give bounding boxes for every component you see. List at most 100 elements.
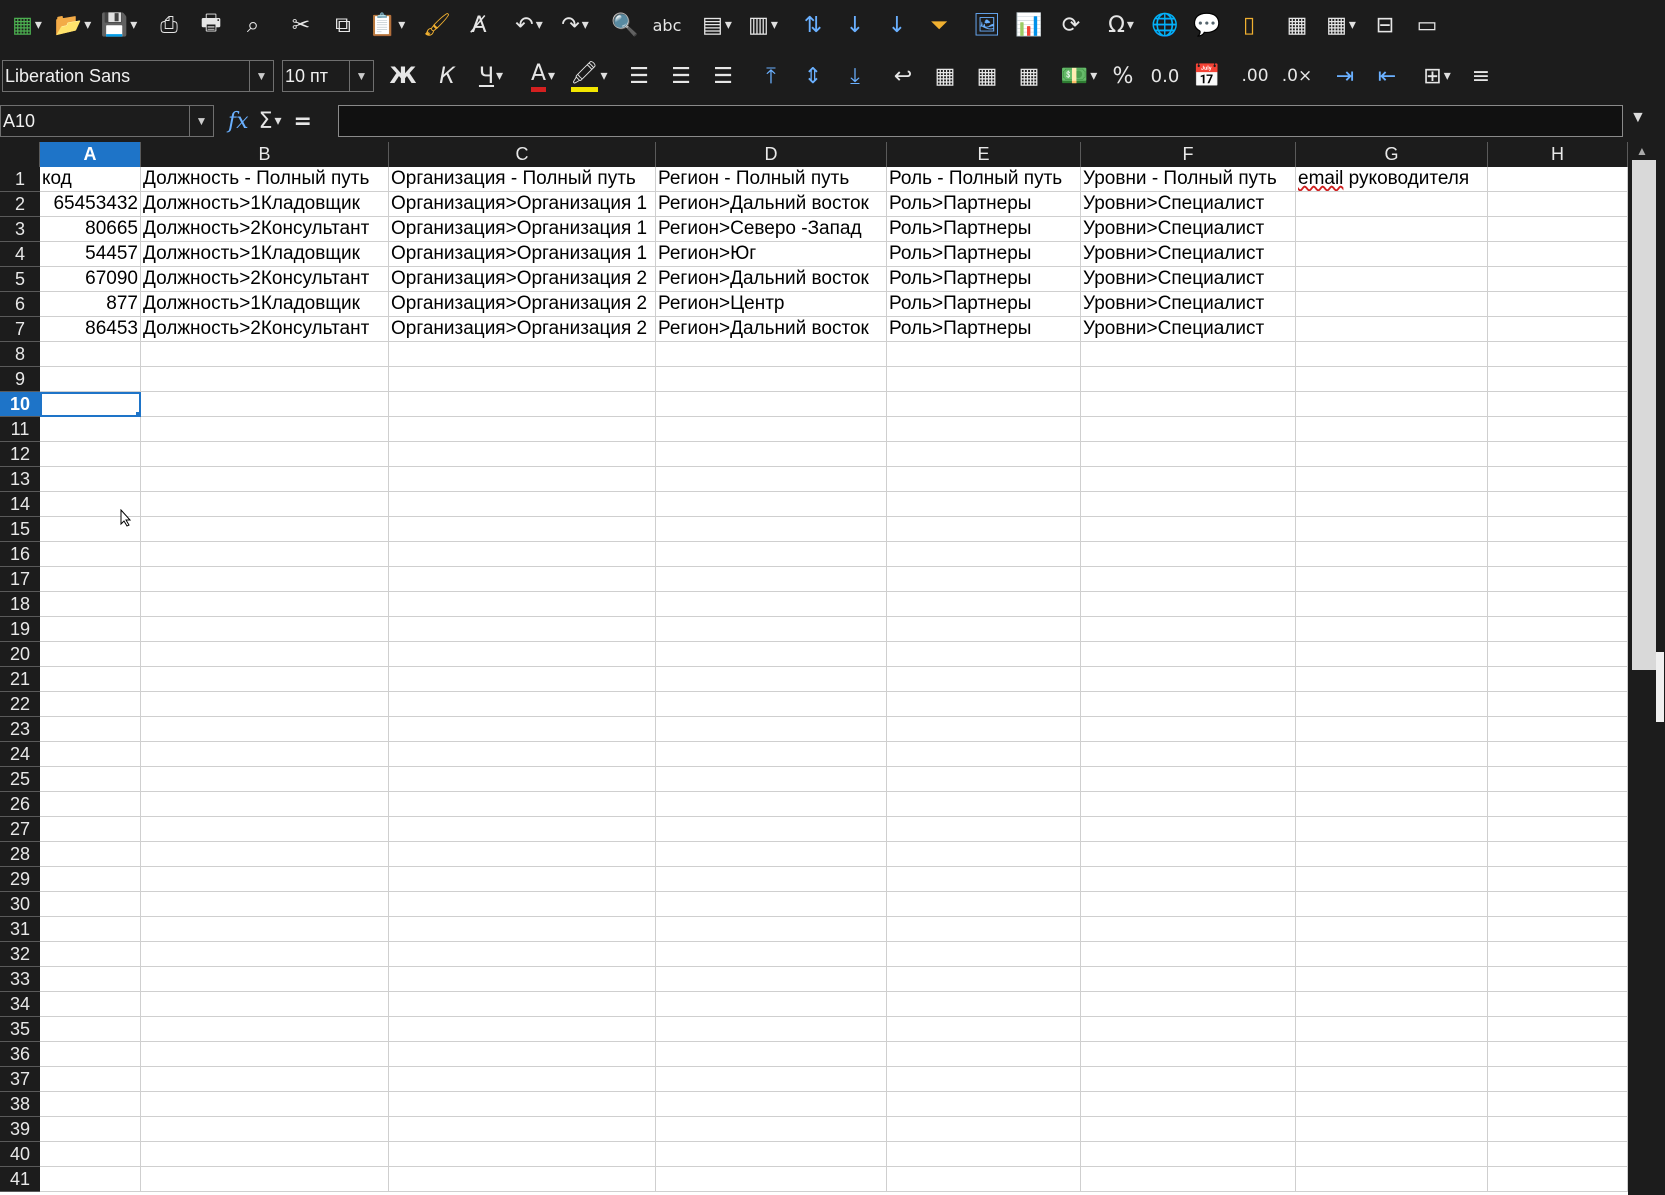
cell-b25[interactable] <box>141 767 389 792</box>
cell-b9[interactable] <box>141 367 389 392</box>
row-header-35[interactable]: 35 <box>0 1017 40 1042</box>
cell-e17[interactable] <box>887 567 1081 592</box>
cell-d12[interactable] <box>656 442 887 467</box>
cell-e12[interactable] <box>887 442 1081 467</box>
cell-g8[interactable] <box>1296 342 1488 367</box>
cell-f41[interactable] <box>1081 1167 1296 1192</box>
special-character-icon[interactable]: Ω <box>1098 5 1144 45</box>
cell-e20[interactable] <box>887 642 1081 667</box>
column-icon[interactable]: ▥ <box>740 5 786 45</box>
cell-h34[interactable] <box>1488 992 1628 1017</box>
cell-a33[interactable] <box>40 967 141 992</box>
export-pdf-icon[interactable]: ⎙ <box>148 5 190 45</box>
row-header-39[interactable]: 39 <box>0 1117 40 1142</box>
cell-g40[interactable] <box>1296 1142 1488 1167</box>
cell-d34[interactable] <box>656 992 887 1017</box>
cell-b33[interactable] <box>141 967 389 992</box>
row-header-40[interactable]: 40 <box>0 1142 40 1167</box>
cell-e7[interactable]: Роль>Партнеры <box>887 317 1081 342</box>
cut-icon[interactable]: ✂ <box>280 5 322 45</box>
cell-f19[interactable] <box>1081 617 1296 642</box>
cell-a36[interactable] <box>40 1042 141 1067</box>
cell-g24[interactable] <box>1296 742 1488 767</box>
cell-b13[interactable] <box>141 467 389 492</box>
cell-g38[interactable] <box>1296 1092 1488 1117</box>
cell-a6[interactable]: 877 <box>40 292 141 317</box>
cell-d35[interactable] <box>656 1017 887 1042</box>
cell-e13[interactable] <box>887 467 1081 492</box>
cell-h4[interactable] <box>1488 242 1628 267</box>
cell-c23[interactable] <box>389 717 656 742</box>
cell-e3[interactable]: Роль>Партнеры <box>887 217 1081 242</box>
cell-a10[interactable] <box>40 392 141 417</box>
cell-a7[interactable]: 86453 <box>40 317 141 342</box>
row-header-3[interactable]: 3 <box>0 217 40 242</box>
cell-f5[interactable]: Уровни>Специалист <box>1081 267 1296 292</box>
paste-icon[interactable]: 📋 <box>364 5 410 45</box>
cell-h31[interactable] <box>1488 917 1628 942</box>
cell-c30[interactable] <box>389 892 656 917</box>
cell-c40[interactable] <box>389 1142 656 1167</box>
cell-e14[interactable] <box>887 492 1081 517</box>
cell-d9[interactable] <box>656 367 887 392</box>
cell-g18[interactable] <box>1296 592 1488 617</box>
font-color-button[interactable]: A <box>520 56 566 96</box>
cell-g4[interactable] <box>1296 242 1488 267</box>
cell-d14[interactable] <box>656 492 887 517</box>
row-header-2[interactable]: 2 <box>0 192 40 217</box>
cell-h8[interactable] <box>1488 342 1628 367</box>
cell-a11[interactable] <box>40 417 141 442</box>
row-header-23[interactable]: 23 <box>0 717 40 742</box>
cell-d1[interactable]: Регион - Полный путь <box>656 167 887 192</box>
cell-c5[interactable]: Организация>Организация 2 <box>389 267 656 292</box>
cell-h23[interactable] <box>1488 717 1628 742</box>
cell-d30[interactable] <box>656 892 887 917</box>
cell-h25[interactable] <box>1488 767 1628 792</box>
cell-c26[interactable] <box>389 792 656 817</box>
cell-c27[interactable] <box>389 817 656 842</box>
cell-h30[interactable] <box>1488 892 1628 917</box>
cell-e36[interactable] <box>887 1042 1081 1067</box>
new-spreadsheet-icon[interactable]: ▦ <box>4 5 50 45</box>
cell-d3[interactable]: Регион>Северо -Запад <box>656 217 887 242</box>
cell-a5[interactable]: 67090 <box>40 267 141 292</box>
cell-c37[interactable] <box>389 1067 656 1092</box>
cell-b21[interactable] <box>141 667 389 692</box>
cell-g2[interactable] <box>1296 192 1488 217</box>
cell-g17[interactable] <box>1296 567 1488 592</box>
cell-f36[interactable] <box>1081 1042 1296 1067</box>
cell-f16[interactable] <box>1081 542 1296 567</box>
cell-c13[interactable] <box>389 467 656 492</box>
row-header-22[interactable]: 22 <box>0 692 40 717</box>
row-header-31[interactable]: 31 <box>0 917 40 942</box>
cell-e41[interactable] <box>887 1167 1081 1192</box>
cell-d5[interactable]: Регион>Дальний восток <box>656 267 887 292</box>
align-left-icon[interactable]: ☰ <box>618 56 660 96</box>
cell-a2[interactable]: 65453432 <box>40 192 141 217</box>
cell-a35[interactable] <box>40 1017 141 1042</box>
cell-d27[interactable] <box>656 817 887 842</box>
cell-g16[interactable] <box>1296 542 1488 567</box>
sum-icon[interactable]: Σ <box>259 101 282 141</box>
cell-a8[interactable] <box>40 342 141 367</box>
cell-d25[interactable] <box>656 767 887 792</box>
cell-e28[interactable] <box>887 842 1081 867</box>
cell-f37[interactable] <box>1081 1067 1296 1092</box>
sort-icon[interactable]: ⇅ <box>792 5 834 45</box>
highlight-color-button[interactable]: 🖍 <box>566 56 612 96</box>
row-header-38[interactable]: 38 <box>0 1092 40 1117</box>
formula-icon[interactable]: = <box>294 101 312 141</box>
cell-a27[interactable] <box>40 817 141 842</box>
cell-b27[interactable] <box>141 817 389 842</box>
row-header-25[interactable]: 25 <box>0 767 40 792</box>
cell-a20[interactable] <box>40 642 141 667</box>
cell-b17[interactable] <box>141 567 389 592</box>
cell-d11[interactable] <box>656 417 887 442</box>
underline-button[interactable]: Ч <box>468 56 514 96</box>
cell-e35[interactable] <box>887 1017 1081 1042</box>
cell-d41[interactable] <box>656 1167 887 1192</box>
row-header-1[interactable]: 1 <box>0 167 40 192</box>
cell-c36[interactable] <box>389 1042 656 1067</box>
cell-c31[interactable] <box>389 917 656 942</box>
cell-h16[interactable] <box>1488 542 1628 567</box>
